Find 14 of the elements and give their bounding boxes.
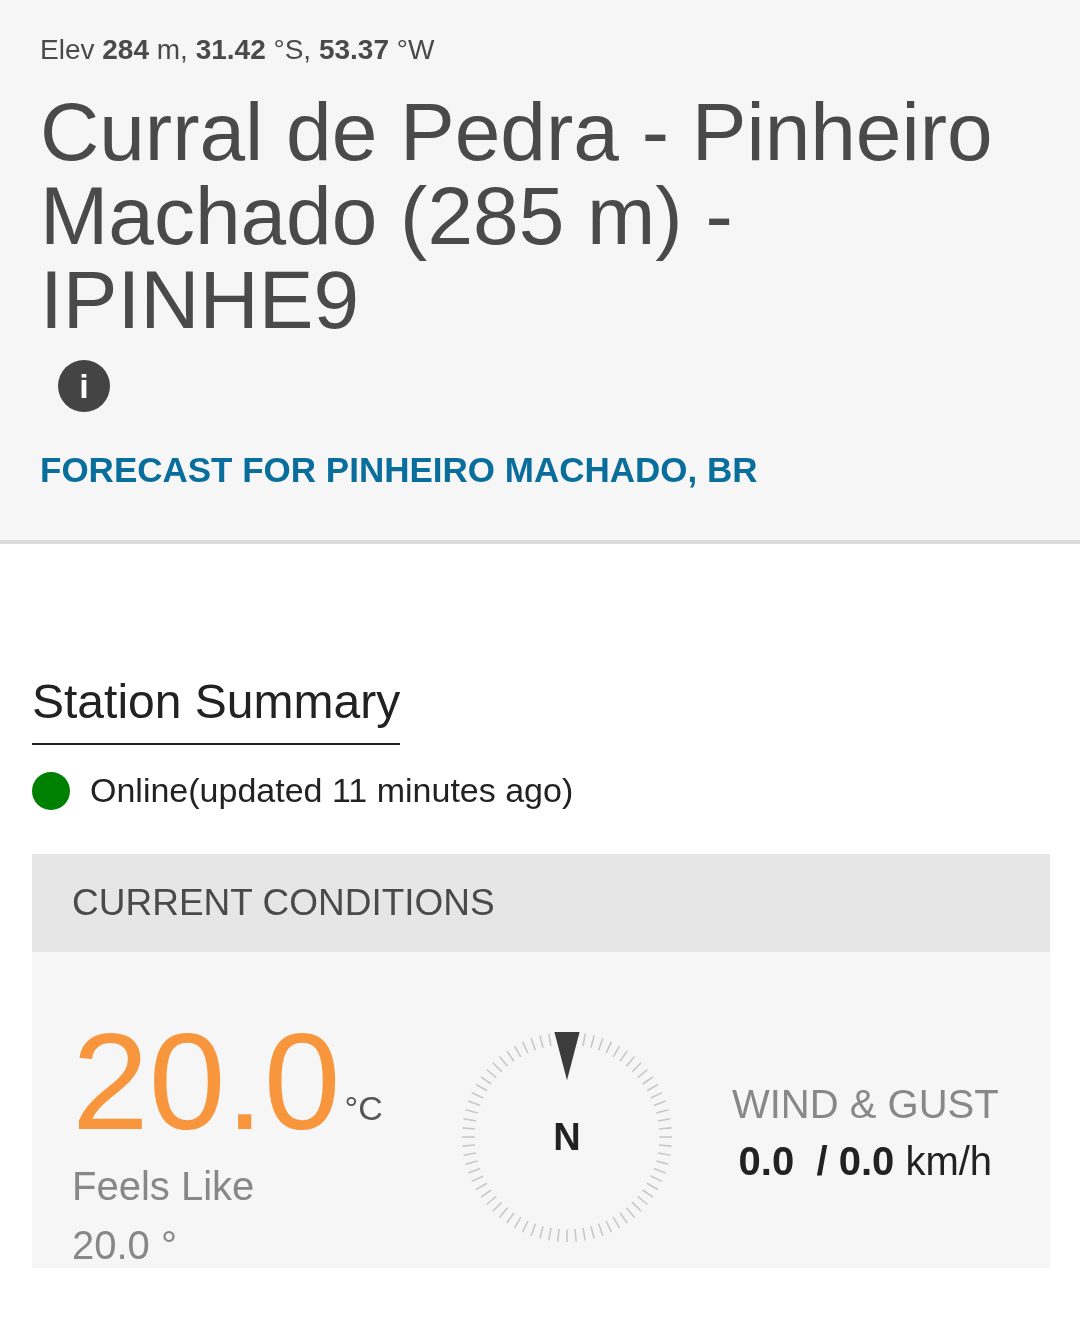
station-title: Curral de Pedra - Pinheiro Machado (285 m) - IPINHE9	[40, 90, 994, 342]
info-icon[interactable]: i	[58, 360, 110, 412]
feels-like-value: 20.0 °	[72, 1223, 178, 1268]
section-heading: Station Summary	[32, 674, 401, 745]
compass-direction: N	[553, 1115, 581, 1159]
forecast-link[interactable]: FORECAST FOR PINHEIRO MACHADO, BR	[40, 450, 1040, 490]
wind-value: 0.0 / 0.0 km/h	[737, 1139, 994, 1184]
status-text: Online(updated 11 minutes ago)	[90, 771, 574, 810]
feels-like-label: Feels Like	[72, 1164, 256, 1209]
wind-label: WIND & GUST	[732, 1082, 999, 1127]
card-title: CURRENT CONDITIONS	[72, 882, 495, 923]
temperature-unit: °C	[344, 1089, 383, 1128]
location-coordinates: Elev 284 m, 31.42 °S, 53.37 °W	[40, 34, 436, 66]
temperature-value: 20.0	[72, 1012, 341, 1150]
